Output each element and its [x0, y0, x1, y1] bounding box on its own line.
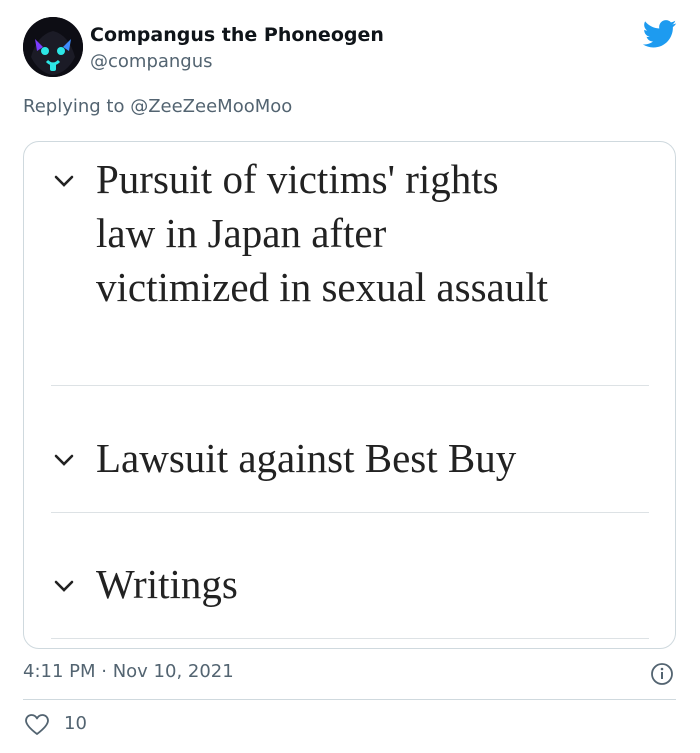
chevron-down-icon: [54, 454, 74, 466]
tweet: Compangus the Phoneogen @compangus Reply…: [0, 0, 700, 753]
chevron-down-icon: [54, 175, 74, 187]
divider: [51, 385, 649, 386]
info-icon[interactable]: [650, 662, 674, 686]
display-name[interactable]: Compangus the Phoneogen: [90, 24, 384, 46]
avatar[interactable]: [23, 17, 83, 77]
heart-icon[interactable]: [24, 713, 50, 737]
divider: [51, 638, 649, 639]
replying-to: Replying to @ZeeZeeMooMoo: [23, 96, 292, 117]
twitter-bird-icon[interactable]: [642, 20, 677, 48]
like-count: 10: [64, 713, 87, 734]
divider: [23, 699, 676, 700]
replying-prefix: Replying to: [23, 96, 131, 117]
chevron-down-icon: [54, 580, 74, 592]
divider: [51, 512, 649, 513]
section-title: Lawsuit against Best Buy: [96, 435, 517, 481]
user-handle[interactable]: @compangus: [90, 51, 213, 72]
media-card[interactable]: Pursuit of victims' rights law in Japan …: [23, 141, 676, 649]
mention-link[interactable]: @ZeeZeeMooMoo: [130, 96, 292, 117]
section-title: Pursuit of victims' rights law in Japan …: [96, 156, 549, 310]
section-title: Writings: [96, 561, 238, 607]
tweet-timestamp[interactable]: 4:11 PM · Nov 10, 2021: [23, 661, 234, 682]
